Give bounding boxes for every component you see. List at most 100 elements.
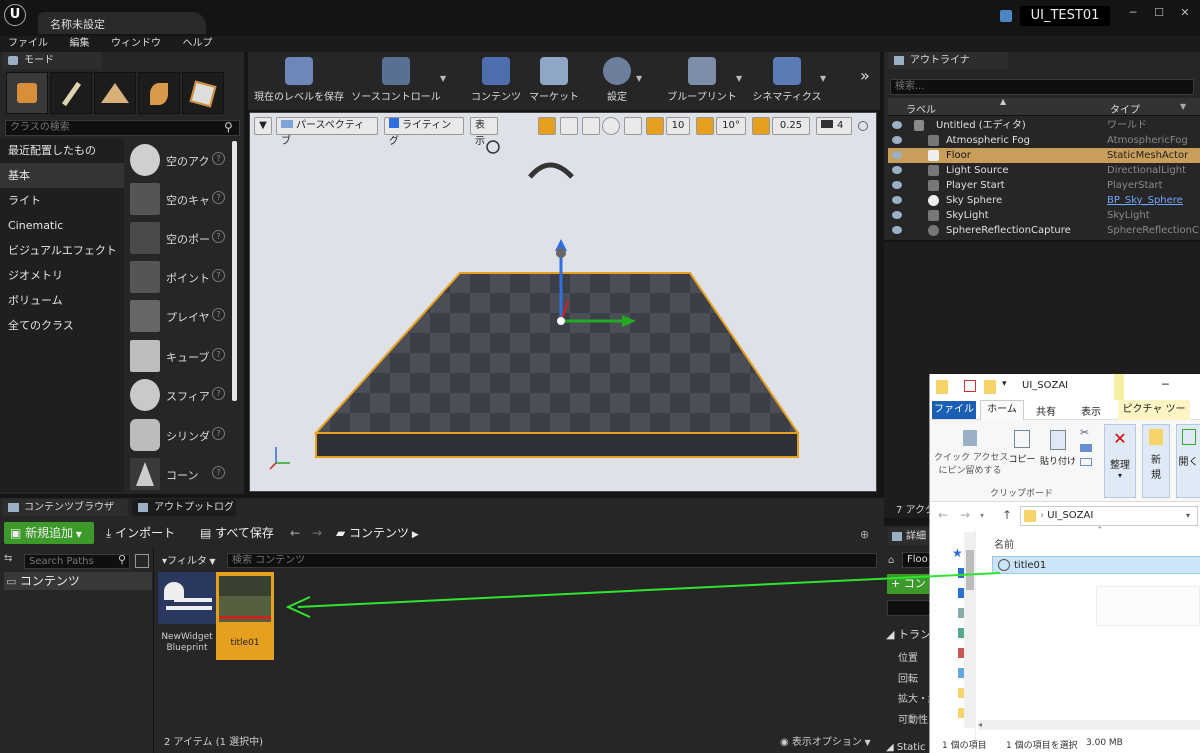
new-button[interactable]: 新 規	[1142, 424, 1170, 498]
explorer-back-icon[interactable]: ←	[938, 508, 948, 522]
outliner-search-input[interactable]: 検索...	[890, 79, 1194, 95]
surface-snap-icon[interactable]	[624, 117, 642, 135]
mode-foliage-button[interactable]	[138, 72, 180, 114]
save-level-button[interactable]: 現在のレベルを保存	[250, 55, 348, 105]
show-button[interactable]: 表示	[470, 117, 498, 147]
ribbon-tab-view[interactable]: 表示	[1081, 403, 1101, 418]
rotate-tool-icon[interactable]	[560, 117, 578, 135]
back-arrow-icon[interactable]: ←	[290, 522, 300, 544]
organize-button[interactable]: ✕ 整理 ▾	[1104, 424, 1136, 498]
level-viewport[interactable]: ▼ パースペクティブ ライティング 表示 10 10° 0.25 4	[249, 112, 877, 492]
content-browser-tab[interactable]: コンテンツブラウザ	[2, 499, 128, 516]
search-paths-input[interactable]: Search Paths	[24, 554, 130, 569]
place-item-cube[interactable]: キューブ?	[128, 337, 232, 375]
category-volumes[interactable]: ボリューム	[0, 288, 124, 313]
lock-icon[interactable]: ⊕	[860, 528, 869, 541]
category-cinematic[interactable]: Cinematic	[0, 213, 124, 238]
document-tab[interactable]: 名称未設定	[38, 12, 206, 34]
ribbon-tab-file[interactable]: ファイル	[932, 401, 976, 419]
lock-icon[interactable]: ⌂	[888, 555, 894, 566]
visibility-eye-icon[interactable]	[892, 196, 902, 204]
help-icon[interactable]: ?	[212, 191, 225, 204]
place-item-point-light[interactable]: ポイント?	[128, 258, 232, 296]
scale-tool-icon[interactable]	[582, 117, 600, 135]
help-icon[interactable]: ?	[212, 387, 225, 400]
scale-snap-value[interactable]: 0.25	[772, 117, 810, 135]
help-icon[interactable]: ?	[212, 348, 225, 361]
visibility-eye-icon[interactable]	[892, 121, 902, 129]
outliner-row[interactable]: SphereReflectionCapture SphereReflectionC	[888, 223, 1200, 238]
ribbon-tab-picture-tools[interactable]: ピクチャ ツール	[1118, 400, 1190, 435]
import-button[interactable]: ⤓ インポート	[106, 522, 175, 544]
menu-window[interactable]: ウィンドウ	[111, 36, 161, 52]
outliner-row[interactable]: Floor StaticMeshActor	[888, 148, 1200, 163]
help-icon[interactable]: ?	[212, 269, 225, 282]
category-visual-effects[interactable]: ビジュアルエフェクト	[0, 238, 124, 263]
marketplace-button[interactable]: マーケット	[526, 55, 582, 105]
column-name-header[interactable]: 名前	[994, 536, 1014, 551]
place-item-empty-character[interactable]: 空のキャ?	[128, 180, 232, 218]
visibility-eye-icon[interactable]	[892, 151, 902, 159]
up-arrow-icon[interactable]: ↑	[1002, 508, 1012, 522]
chevron-down-icon[interactable]: ▼	[440, 74, 446, 83]
chevron-down-icon[interactable]: ▼	[820, 74, 826, 83]
place-item-player-start[interactable]: プレイヤ?	[128, 297, 232, 335]
view-options-button[interactable]: ◉ 表示オプション ▼	[780, 733, 871, 748]
asset-title01[interactable]: title01	[216, 572, 274, 660]
static-mesh-section-header[interactable]: ◢ Static	[886, 742, 925, 753]
path-breadcrumb[interactable]: ▰ コンテンツ ▶	[336, 522, 419, 544]
outliner-row[interactable]: SkyLight SkyLight	[888, 208, 1200, 223]
viewport-options-button[interactable]: ▼	[254, 117, 272, 135]
maximize-icon[interactable]: ☐	[1150, 6, 1168, 20]
paste-button[interactable]: 貼り付け	[1040, 430, 1076, 470]
visibility-eye-icon[interactable]	[892, 226, 902, 234]
content-search-input[interactable]: 検索 コンテンツ	[227, 553, 877, 568]
mode-geometry-button[interactable]	[182, 72, 224, 114]
class-search-input[interactable]: クラスの検索	[5, 120, 240, 136]
outliner-row[interactable]: Atmospheric Fog AtmosphericFog	[888, 133, 1200, 148]
explorer-minimize-icon[interactable]: ─	[1162, 378, 1169, 391]
forward-arrow-icon[interactable]: →	[312, 522, 322, 544]
open-button[interactable]: 開く	[1176, 424, 1200, 498]
nav-scrollbar[interactable]	[964, 532, 976, 728]
help-icon[interactable]: ?	[212, 308, 225, 321]
menu-edit[interactable]: 編集	[70, 36, 90, 52]
place-item-empty-actor[interactable]: 空のアク?	[128, 141, 232, 179]
scroll-left-icon[interactable]: ◂	[978, 720, 982, 729]
copy-path-icon[interactable]	[1080, 444, 1092, 452]
horizontal-scrollbar[interactable]	[978, 720, 1200, 730]
lighting-button[interactable]: ライティング	[384, 117, 464, 147]
close-icon[interactable]: ✕	[1176, 6, 1194, 20]
chevron-down-icon[interactable]: ▼	[736, 74, 742, 83]
placement-scrollbar[interactable]	[232, 141, 237, 401]
recent-locations-icon[interactable]: ▾	[980, 511, 984, 520]
save-all-button[interactable]: ▤ すべて保存	[200, 522, 274, 544]
grid-snap-value[interactable]: 10	[666, 117, 690, 135]
help-icon[interactable]: ?	[212, 230, 225, 243]
outliner-row[interactable]: Sky Sphere BP_Sky_Sphere	[888, 193, 1200, 208]
category-recent[interactable]: 最近配置したもの	[0, 138, 124, 163]
location-field-label[interactable]: 位置	[898, 649, 918, 664]
place-item-cone[interactable]: コーン?	[128, 455, 232, 493]
mode-paint-button[interactable]	[50, 72, 92, 114]
qat-chevron-icon[interactable]: ▾	[1002, 379, 1007, 389]
copy-button[interactable]: コピー	[1008, 430, 1036, 470]
actor-name-field[interactable]: Floo	[902, 552, 932, 568]
category-geometry[interactable]: ジオメトリ	[0, 263, 124, 288]
category-basic[interactable]: 基本	[0, 163, 124, 188]
place-item-cylinder[interactable]: シリンダ?	[128, 416, 232, 454]
translate-tool-icon[interactable]	[538, 117, 556, 135]
content-button[interactable]: コンテンツ	[468, 55, 524, 105]
toolbar-overflow-icon[interactable]: »	[860, 66, 870, 85]
grid-snap-icon[interactable]	[646, 117, 664, 135]
properties-check-icon[interactable]	[964, 380, 976, 392]
source-control-button[interactable]: ソースコントロール	[346, 55, 446, 105]
pin-quick-access-button[interactable]: クイック アクセス にピン留めする	[934, 430, 1008, 480]
paste-shortcut-icon[interactable]	[1080, 458, 1092, 466]
cut-icon[interactable]: ✂	[1080, 426, 1089, 439]
explorer-forward-icon[interactable]: →	[960, 508, 970, 522]
asset-widget-blueprint[interactable]: NewWidget Blueprint	[158, 572, 216, 658]
column-type-header[interactable]: タイプ	[1110, 101, 1140, 116]
add-new-button[interactable]: ▣ 新規追加 ▼	[4, 522, 94, 544]
help-icon[interactable]: ?	[212, 427, 225, 440]
